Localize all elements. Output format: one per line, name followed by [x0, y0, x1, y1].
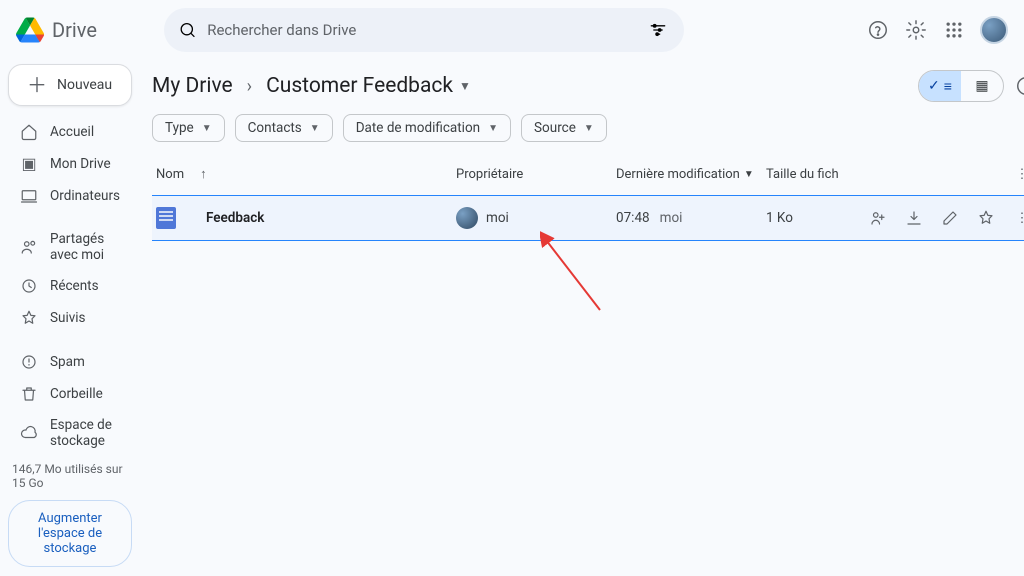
settings-icon[interactable]	[904, 18, 928, 42]
col-owner[interactable]: Propriétaire	[456, 167, 616, 182]
new-button[interactable]: ＋ Nouveau	[8, 64, 132, 106]
file-size: 1 Ko	[766, 210, 866, 226]
account-avatar[interactable]	[980, 16, 1008, 44]
computers-icon	[20, 187, 38, 205]
product-name: Drive	[52, 18, 97, 42]
apps-icon[interactable]	[942, 18, 966, 42]
recent-icon	[20, 277, 38, 295]
more-icon[interactable]: ⋮	[1010, 162, 1024, 186]
search-bar[interactable]	[164, 8, 684, 52]
owner-name: moi	[486, 210, 509, 226]
breadcrumb: My Drive › Customer Feedback ▼ ≡ ▦	[152, 64, 1024, 114]
sidebar-item-starred[interactable]: Suivis	[8, 302, 132, 334]
search-icon	[178, 20, 197, 40]
info-icon[interactable]	[1014, 74, 1024, 98]
breadcrumb-root[interactable]: My Drive	[152, 74, 233, 98]
sidebar-item-trash[interactable]: Corbeille	[8, 378, 132, 410]
label: Récents	[50, 278, 99, 294]
search-input[interactable]	[197, 21, 670, 39]
label: Espace de stockage	[50, 417, 120, 449]
share-icon[interactable]	[866, 206, 890, 230]
chip-type[interactable]: Type▼	[152, 114, 225, 142]
breadcrumb-current-label: Customer Feedback	[266, 74, 453, 98]
label: Accueil	[50, 124, 94, 140]
label: Partagés avec moi	[50, 231, 120, 263]
chip-contacts[interactable]: Contacts▼	[235, 114, 333, 142]
sidebar-item-recent[interactable]: Récents	[8, 270, 132, 302]
sidebar-item-spam[interactable]: Spam	[8, 346, 132, 378]
shared-icon	[20, 238, 38, 256]
col-modified[interactable]: Dernière modification ▼	[616, 167, 766, 182]
caret-icon: ▼	[744, 169, 754, 180]
breadcrumb-current[interactable]: Customer Feedback ▼	[266, 74, 471, 98]
label: Spam	[50, 354, 85, 370]
drive-logo-icon	[16, 16, 44, 44]
grid-view-button[interactable]: ▦	[961, 71, 1003, 101]
view-toggle: ≡ ▦	[918, 70, 1004, 102]
download-icon[interactable]	[902, 206, 926, 230]
chevron-right-icon: ›	[247, 76, 252, 97]
storage-usage: 146,7 Mo utilisés sur 15 Go	[8, 456, 132, 500]
sort-asc-icon[interactable]: ↑	[200, 166, 207, 182]
label: Mon Drive	[50, 156, 111, 172]
star-icon	[20, 309, 38, 327]
table-header: Nom ↑ Propriétaire Dernière modification…	[152, 154, 1024, 195]
search-options-icon[interactable]	[646, 18, 670, 42]
upgrade-storage-button[interactable]: Augmenter l'espace de stockage	[8, 500, 132, 567]
help-icon[interactable]	[866, 18, 890, 42]
app-logo[interactable]: Drive	[16, 16, 164, 44]
sidebar-item-home[interactable]: Accueil	[8, 116, 132, 148]
annotation-arrow	[540, 230, 620, 320]
caret-icon: ▼	[310, 123, 320, 134]
chip-modified[interactable]: Date de modification▼	[343, 114, 511, 142]
col-size[interactable]: Taille du fich	[766, 167, 866, 182]
chevron-down-icon: ▼	[459, 79, 471, 93]
chip-source[interactable]: Source▼	[521, 114, 607, 142]
star-icon[interactable]	[974, 206, 998, 230]
caret-icon: ▼	[584, 123, 594, 134]
more-icon[interactable]: ⋮	[1010, 206, 1024, 230]
edit-icon[interactable]	[938, 206, 962, 230]
cloud-icon	[20, 424, 38, 442]
filter-chips: Type▼ Contacts▼ Date de modification▼ So…	[152, 114, 1024, 154]
sidebar-item-shared[interactable]: Partagés avec moi	[8, 224, 132, 270]
label: Suivis	[50, 310, 86, 326]
file-name: Feedback	[206, 210, 264, 226]
sidebar-item-mydrive[interactable]: ▣ Mon Drive	[8, 148, 132, 180]
content-area: My Drive › Customer Feedback ▼ ≡ ▦ Type▼…	[140, 60, 1024, 576]
label: Corbeille	[50, 386, 103, 402]
modified-by: moi	[660, 210, 683, 226]
spam-icon	[20, 353, 38, 371]
list-view-button[interactable]: ≡	[919, 71, 961, 101]
trash-icon	[20, 385, 38, 403]
caret-icon: ▼	[488, 123, 498, 134]
sidebar-item-storage[interactable]: Espace de stockage	[8, 410, 132, 456]
caret-icon: ▼	[202, 123, 212, 134]
col-name[interactable]: Nom	[156, 167, 184, 182]
sidebar: ＋ Nouveau Accueil ▣ Mon Drive Ordinateur…	[0, 60, 140, 576]
owner-avatar	[456, 207, 478, 229]
sidebar-item-computers[interactable]: Ordinateurs	[8, 180, 132, 212]
new-button-label: Nouveau	[57, 77, 112, 93]
drive-icon: ▣	[20, 155, 38, 173]
home-icon	[20, 123, 38, 141]
label: Ordinateurs	[50, 188, 120, 204]
modified-time: 07:48	[616, 210, 650, 226]
table-row[interactable]: Feedback moi 07:48 moi 1 Ko ⋮	[152, 195, 1024, 241]
forms-file-icon	[156, 207, 176, 229]
